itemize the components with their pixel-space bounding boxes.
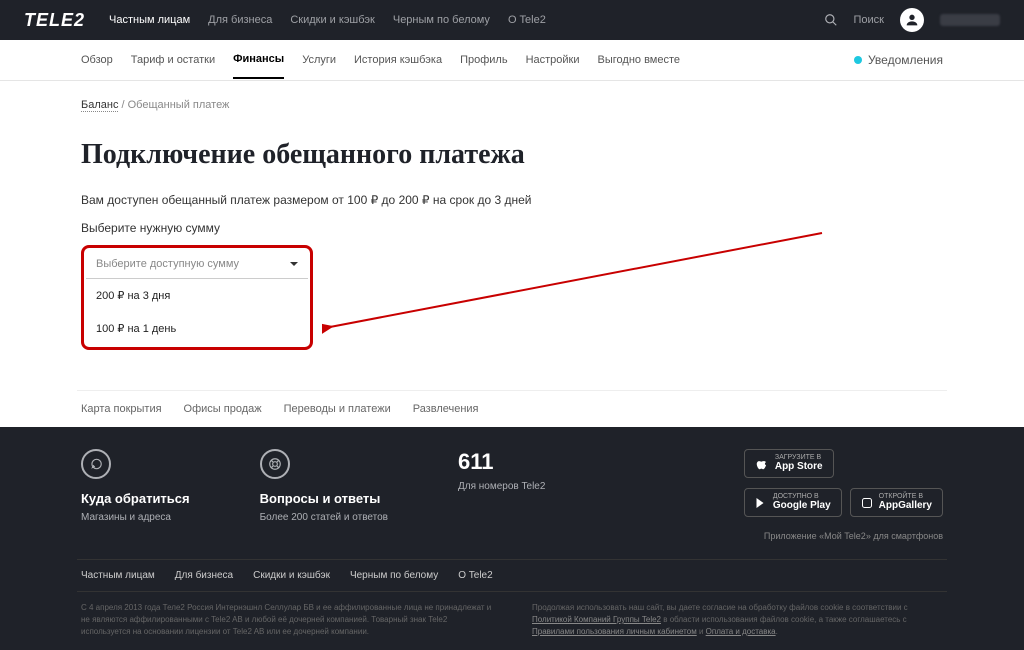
- dark-footer: Куда обратиться Магазины и адреса Вопрос…: [0, 427, 1024, 650]
- notifications-label: Уведомления: [868, 53, 943, 67]
- subnav-item[interactable]: Тариф и остатки: [131, 42, 215, 78]
- footer-col-faq: Вопросы и ответы Более 200 статей и отве…: [260, 449, 388, 541]
- legal-left: С 4 апреля 2013 года Теле2 Россия Интерн…: [81, 602, 492, 638]
- user-name-blurred: [940, 14, 1000, 26]
- topnav-item[interactable]: Скидки и кэшбэк: [290, 14, 375, 26]
- app-note: Приложение «Мой Tele2» для смартфонов: [744, 531, 943, 541]
- footer-links-row: Карта покрытия Офисы продаж Переводы и п…: [77, 390, 947, 427]
- search-icon[interactable]: [824, 13, 838, 27]
- footer-col-phone: 611 Для номеров Tele2: [458, 449, 545, 541]
- footer-col-sub: Более 200 статей и ответов: [260, 512, 388, 523]
- dark-nav-item[interactable]: Скидки и кэшбэк: [253, 570, 330, 581]
- legal-link[interactable]: Правилами пользования личным кабинетом: [532, 627, 697, 636]
- subnav-item[interactable]: Профиль: [460, 42, 508, 78]
- footer-col-title: Вопросы и ответы: [260, 491, 388, 506]
- annotation-arrow-icon: [322, 229, 842, 349]
- dark-nav-item[interactable]: Черным по белому: [350, 570, 438, 581]
- sub-nav: Обзор Тариф и остатки Финансы Услуги Ист…: [77, 40, 947, 80]
- footer-col-sub: Магазины и адреса: [81, 512, 190, 523]
- googleplay-button[interactable]: ДОСТУПНО ВGoogle Play: [744, 488, 842, 517]
- legal-right: Продолжая использовать наш сайт, вы дает…: [532, 602, 943, 638]
- subnav-item[interactable]: Услуги: [302, 42, 336, 78]
- page-title: Подключение обещанного платежа: [81, 139, 943, 171]
- dropdown-trigger[interactable]: Выберите доступную сумму: [86, 250, 308, 279]
- top-right: Поиск: [824, 8, 1000, 32]
- phone-sub: Для номеров Tele2: [458, 481, 545, 492]
- notifications-button[interactable]: Уведомления: [854, 53, 943, 67]
- topnav-item[interactable]: Для бизнеса: [208, 14, 272, 26]
- topnav-item[interactable]: О Tele2: [508, 14, 546, 26]
- lifebuoy-icon: [260, 449, 290, 479]
- breadcrumb: Баланс / Обещанный платеж: [81, 99, 943, 111]
- dark-nav-item[interactable]: Для бизнеса: [175, 570, 233, 581]
- avatar-icon[interactable]: [900, 8, 924, 32]
- dark-footer-nav: Частным лицам Для бизнеса Скидки и кэшбэ…: [77, 559, 947, 592]
- dropdown-option[interactable]: 200 ₽ на 3 дня: [86, 279, 308, 312]
- breadcrumb-link[interactable]: Баланс: [81, 99, 118, 112]
- phone-number: 611: [458, 449, 545, 475]
- subnav-item[interactable]: Выгодно вместе: [598, 42, 681, 78]
- main-content: Баланс / Обещанный платеж Подключение об…: [77, 81, 947, 390]
- topnav-item[interactable]: Частным лицам: [109, 14, 190, 26]
- dropdown-option[interactable]: 100 ₽ на 1 день: [86, 312, 308, 345]
- topnav-item[interactable]: Черным по белому: [393, 14, 490, 26]
- footer-col-apps: ЗАГРУЗИТЕ ВApp Store ДОСТУПНО ВGoogle Pl…: [744, 449, 943, 541]
- logo: TELE2: [24, 10, 85, 31]
- footer-col-contact: Куда обратиться Магазины и адреса: [81, 449, 190, 541]
- top-bar: TELE2 Частным лицам Для бизнеса Скидки и…: [0, 0, 1024, 40]
- subnav-item-active[interactable]: Финансы: [233, 41, 284, 79]
- amount-dropdown-annotated: Выберите доступную сумму 200 ₽ на 3 дня …: [81, 245, 313, 350]
- footer-link[interactable]: Карта покрытия: [81, 403, 162, 415]
- footer-link[interactable]: Развлечения: [413, 403, 479, 415]
- dark-nav-item[interactable]: Частным лицам: [81, 570, 155, 581]
- legal-text: С 4 апреля 2013 года Теле2 Россия Интерн…: [77, 592, 947, 638]
- chat-icon: [81, 449, 111, 479]
- subnav-item[interactable]: Настройки: [526, 42, 580, 78]
- subnav-wrap: Обзор Тариф и остатки Финансы Услуги Ист…: [0, 40, 1024, 81]
- field-label: Выберите нужную сумму: [81, 221, 943, 235]
- subnav-item[interactable]: Обзор: [81, 42, 113, 78]
- top-nav: Частным лицам Для бизнеса Скидки и кэшбэ…: [109, 14, 824, 26]
- legal-link[interactable]: Оплата и доставка: [706, 627, 776, 636]
- footer-col-title: Куда обратиться: [81, 491, 190, 506]
- subnav-item[interactable]: История кэшбэка: [354, 42, 442, 78]
- breadcrumb-current: Обещанный платеж: [128, 99, 230, 111]
- notification-dot-icon: [854, 56, 862, 64]
- appgallery-button[interactable]: ОТКРОЙТЕ ВAppGallery: [850, 488, 943, 517]
- footer-link[interactable]: Переводы и платежи: [284, 403, 391, 415]
- dark-nav-item[interactable]: О Tele2: [458, 570, 492, 581]
- legal-link[interactable]: Политикой Компаний Группы Tele2: [532, 615, 661, 624]
- appstore-button[interactable]: ЗАГРУЗИТЕ ВApp Store: [744, 449, 834, 478]
- footer-link[interactable]: Офисы продаж: [184, 403, 262, 415]
- description-text: Вам доступен обещанный платеж размером о…: [81, 193, 943, 207]
- search-label[interactable]: Поиск: [854, 14, 884, 26]
